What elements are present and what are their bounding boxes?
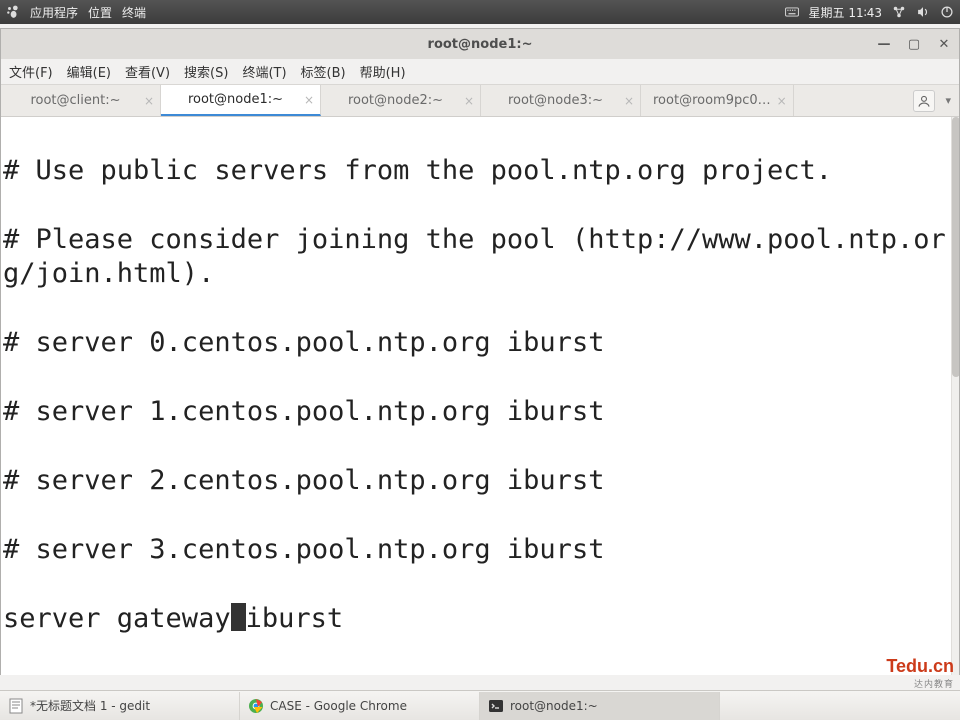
term-line-cursor: server gatewayiburst [3,602,957,637]
keyboard-icon[interactable] [785,5,799,19]
maximize-button[interactable]: ▢ [903,33,925,55]
task-label: *无标题文档 1 - gedit [30,697,150,714]
menu-terminal[interactable]: 终端(T) [242,62,286,81]
tabbar: root@client:~ × root@node1:~ × root@node… [1,85,959,117]
scrollbar[interactable] [951,117,959,675]
terminal-viewport[interactable]: # Use public servers from the pool.ntp.o… [1,117,959,675]
close-icon[interactable]: × [304,93,314,107]
menu-edit[interactable]: 编辑(E) [67,62,111,81]
top-panel: 应用程序 位置 终端 星期五 11∶43 [0,0,960,24]
panel-menu-apps[interactable]: 应用程序 [30,4,78,21]
close-icon[interactable]: × [144,94,154,108]
tab-node2[interactable]: root@node2:~ × [321,85,481,116]
chevron-down-icon[interactable]: ▾ [945,94,951,107]
terminal-content: # Use public servers from the pool.ntp.o… [1,117,959,675]
panel-menu-places[interactable]: 位置 [88,4,112,21]
terminal-window: root@node1:~ — ▢ ✕ 文件(F) 编辑(E) 查看(V) 搜索(… [0,28,960,675]
titlebar[interactable]: root@node1:~ — ▢ ✕ [1,29,959,59]
task-chrome[interactable]: CASE - Google Chrome [240,692,480,720]
volume-icon[interactable] [916,5,930,19]
task-gedit[interactable]: *无标题文档 1 - gedit [0,692,240,720]
term-line: # server 1.centos.pool.ntp.org iburst [3,395,957,430]
menubar: 文件(F) 编辑(E) 查看(V) 搜索(S) 终端(T) 标签(B) 帮助(H… [1,59,959,85]
task-label: root@node1:~ [510,699,598,713]
gnome-logo-icon [6,5,20,19]
scroll-thumb[interactable] [952,117,959,377]
panel-clock[interactable]: 星期五 11∶43 [809,4,882,21]
tab-label: root@node3:~ [508,93,603,108]
menu-file[interactable]: 文件(F) [9,62,53,81]
term-line: # server 3.centos.pool.ntp.org iburst [3,533,957,568]
system-tray: 星期五 11∶43 [785,4,954,21]
tab-node1[interactable]: root@node1:~ × [161,85,321,116]
panel-menu-terminal[interactable]: 终端 [122,4,146,21]
profile-icon[interactable] [913,90,935,112]
gedit-icon [8,698,24,714]
text-cursor [231,603,246,631]
minimize-button[interactable]: — [873,33,895,55]
tab-label: root@room9pc0… [653,93,771,108]
power-icon[interactable] [940,5,954,19]
tab-node3[interactable]: root@node3:~ × [481,85,641,116]
term-line: cmdallow 127.0.0.1 . [3,671,957,675]
term-line: # Use public servers from the pool.ntp.o… [3,154,957,189]
bottom-taskbar: *无标题文档 1 - gedit CASE - Google Chrome ro… [0,690,960,720]
menu-help[interactable]: 帮助(H) [360,62,406,81]
close-icon[interactable]: × [624,94,634,108]
task-label: CASE - Google Chrome [270,699,407,713]
close-button[interactable]: ✕ [933,33,955,55]
tab-label: root@node1:~ [188,92,283,107]
tab-client[interactable]: root@client:~ × [1,85,161,116]
term-line: # server 0.centos.pool.ntp.org iburst [3,326,957,361]
term-line: # server 2.centos.pool.ntp.org iburst [3,464,957,499]
menu-search[interactable]: 搜索(S) [184,62,228,81]
task-terminal[interactable]: root@node1:~ [480,692,720,720]
tab-label: root@client:~ [30,93,120,108]
menu-tabs[interactable]: 标签(B) [301,62,346,81]
network-icon[interactable] [892,5,906,19]
term-line: # Please consider joining the pool (http… [3,223,957,292]
tab-label: root@node2:~ [348,93,443,108]
close-icon[interactable]: × [777,94,787,108]
tab-room9pc0[interactable]: root@room9pc0… × [641,85,794,116]
menu-view[interactable]: 查看(V) [125,62,170,81]
close-icon[interactable]: × [464,94,474,108]
terminal-icon [488,698,504,714]
window-title: root@node1:~ [1,37,959,52]
chrome-icon [248,698,264,714]
watermark: Tedu.cn 达内教育 [886,656,954,690]
